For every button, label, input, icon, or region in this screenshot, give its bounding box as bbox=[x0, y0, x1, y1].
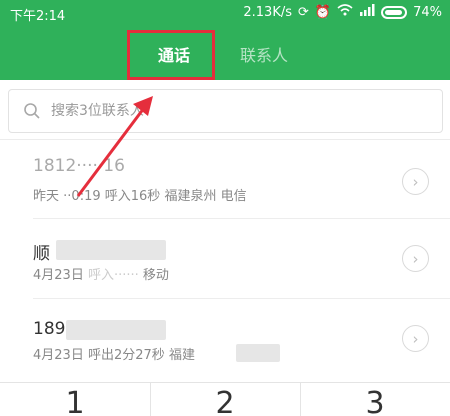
caller-name: 1812·····16 bbox=[33, 156, 125, 176]
key-1[interactable]: 1 bbox=[0, 389, 150, 416]
battery-level: 74% bbox=[413, 4, 442, 20]
call-log-item[interactable]: 189 4月23日 呼出2分27秒 福建 › bbox=[0, 307, 450, 383]
call-date: 4月23日 bbox=[33, 348, 84, 363]
caller-name: 顺 bbox=[33, 244, 50, 264]
status-bar: 下午2:14 2.13K/s ⟳ ⏰ 74% bbox=[0, 0, 450, 26]
search-bar[interactable] bbox=[8, 89, 443, 133]
signal-icon bbox=[359, 4, 375, 20]
tab-bar: 通话 联系人 bbox=[0, 36, 450, 72]
call-log-item[interactable]: 1812·····16 昨天 ··0:19 呼入16秒 福建泉州 电信 › bbox=[0, 148, 450, 224]
wifi-icon bbox=[337, 4, 353, 20]
call-meta: 昨天 ··0:19 呼入16秒 福建泉州 电信 bbox=[33, 185, 247, 204]
call-location: 福建 bbox=[168, 348, 195, 363]
row-divider bbox=[33, 218, 450, 219]
search-icon bbox=[24, 103, 40, 119]
status-time: 下午2:14 bbox=[10, 9, 66, 24]
sync-icon: ⟳ bbox=[298, 4, 309, 20]
call-date: 4月23日 bbox=[33, 268, 84, 283]
redacted-number bbox=[66, 320, 166, 340]
tab-contacts[interactable]: 联系人 bbox=[240, 42, 288, 66]
call-log-item[interactable]: 顺 4月23日 呼入······ 移动 › bbox=[0, 227, 450, 303]
highlight-annotation-box bbox=[127, 30, 215, 80]
call-detail: 呼入······ bbox=[87, 268, 139, 283]
key-2[interactable]: 2 bbox=[150, 389, 300, 416]
call-meta: 4月23日 呼出2分27秒 福建 bbox=[33, 344, 195, 363]
redacted-name bbox=[56, 240, 166, 260]
battery-icon bbox=[381, 5, 408, 19]
call-date: 昨天 bbox=[33, 189, 60, 204]
call-location: 移动 bbox=[142, 268, 169, 283]
call-detail: 呼出2分27秒 bbox=[87, 348, 165, 363]
redacted-location bbox=[236, 344, 280, 362]
row-divider bbox=[33, 298, 450, 299]
info-chevron-icon[interactable]: › bbox=[402, 245, 429, 272]
alarm-icon: ⏰ bbox=[314, 4, 332, 20]
call-meta: 4月23日 呼入······ 移动 bbox=[33, 264, 169, 283]
key-3[interactable]: 3 bbox=[300, 389, 450, 416]
call-location: 福建泉州 电信 bbox=[164, 189, 247, 204]
app-header: 下午2:14 2.13K/s ⟳ ⏰ 74% 通话 联系人 bbox=[0, 0, 450, 80]
info-chevron-icon[interactable]: › bbox=[402, 325, 429, 352]
caller-name: 189 bbox=[33, 319, 66, 339]
call-detail: ··0:19 呼入16秒 bbox=[63, 189, 161, 204]
network-speed: 2.13K/s bbox=[243, 4, 292, 20]
status-indicators: 2.13K/s ⟳ ⏰ 74% bbox=[243, 4, 442, 20]
divider bbox=[0, 139, 450, 140]
info-chevron-icon[interactable]: › bbox=[402, 168, 429, 195]
dial-keypad: 1 2 3 bbox=[0, 382, 450, 416]
search-input[interactable] bbox=[51, 99, 431, 123]
